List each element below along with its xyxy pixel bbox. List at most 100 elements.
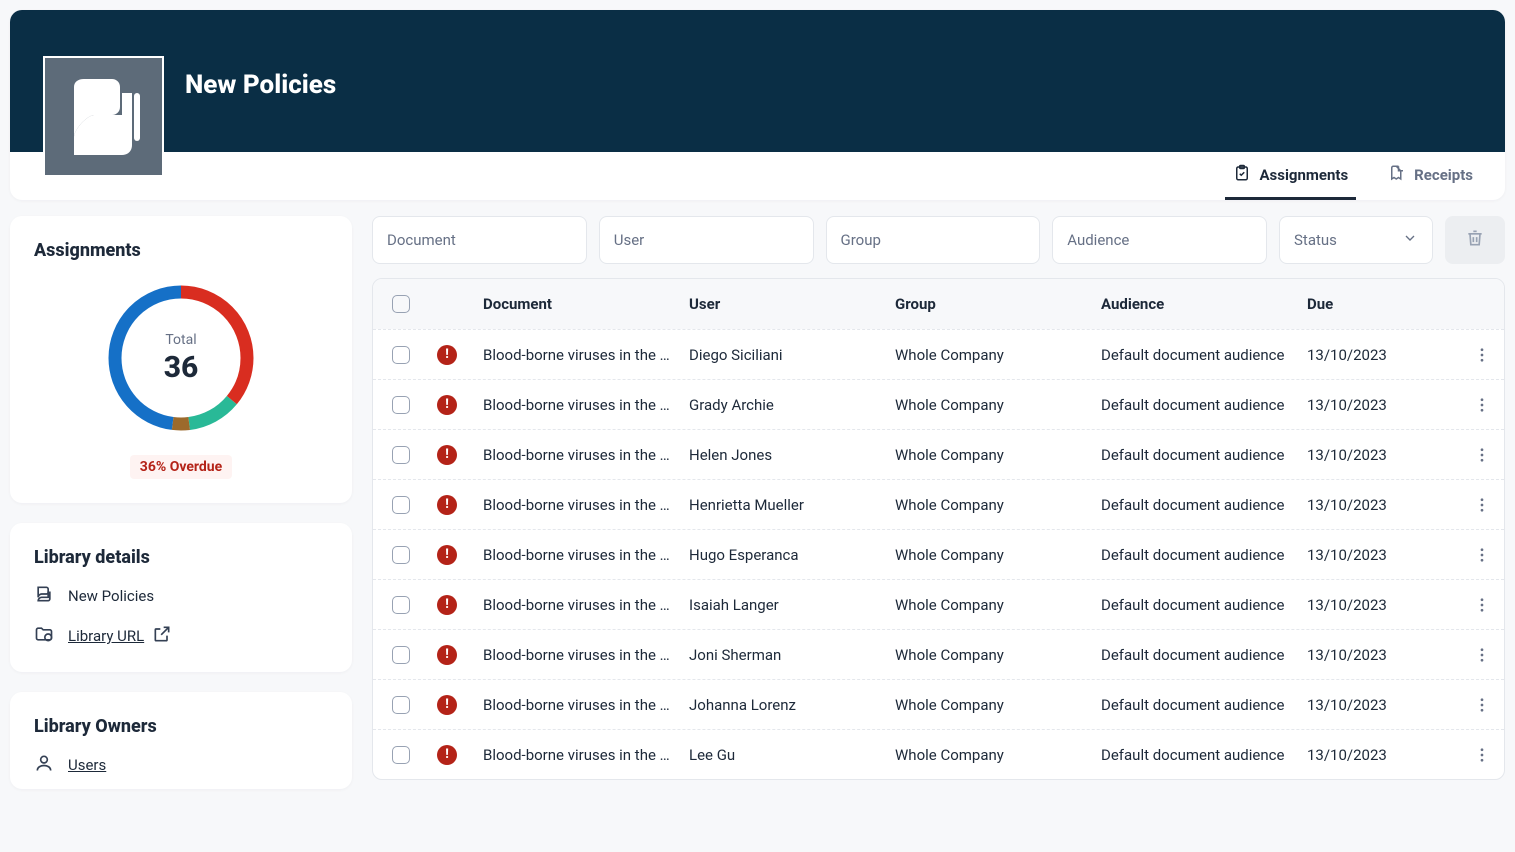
cell-document: Blood-borne viruses in the … [475, 646, 681, 664]
cell-audience: Default document audience [1093, 696, 1299, 714]
cell-audience: Default document audience [1093, 346, 1299, 364]
cell-audience: Default document audience [1093, 596, 1299, 614]
alert-icon: ! [437, 495, 457, 515]
cell-document: Blood-borne viruses in the … [475, 696, 681, 714]
external-link-icon [152, 624, 172, 648]
cell-audience: Default document audience [1093, 746, 1299, 764]
cell-user: Joni Sherman [681, 646, 887, 664]
cell-audience: Default document audience [1093, 396, 1299, 414]
library-icon [43, 56, 164, 177]
cell-document: Blood-borne viruses in the … [475, 346, 681, 364]
cell-due: 13/10/2023 [1299, 746, 1460, 764]
cell-group: Whole Company [887, 646, 1093, 664]
row-checkbox[interactable] [392, 546, 410, 564]
table-row: ! Blood-borne viruses in the …Henrietta M… [373, 479, 1504, 529]
owners-users-link[interactable]: Users [34, 753, 328, 777]
table-row: !Blood-borne viruses in the …Hugo Espera… [373, 529, 1504, 579]
cell-group: Whole Company [887, 496, 1093, 514]
assignments-table: Document User Group Audience Due !Blood-… [372, 278, 1505, 780]
library-name: New Policies [68, 587, 154, 605]
cell-due: 13/10/2023 [1299, 546, 1460, 564]
cell-document: Blood-borne viruses in the … [475, 496, 681, 514]
page-header: New Policies Assignments Receipts [10, 10, 1505, 200]
tab-assignments[interactable]: Assignments [1225, 152, 1356, 200]
cell-document: Blood-borne viruses in the … [475, 446, 681, 464]
col-due[interactable]: Due [1299, 295, 1460, 313]
row-checkbox[interactable] [392, 396, 410, 414]
alert-icon: ! [437, 645, 457, 665]
cell-audience: Default document audience [1093, 546, 1299, 564]
row-checkbox[interactable] [392, 746, 410, 764]
alert-icon: ! [437, 695, 457, 715]
row-actions-button[interactable] [1460, 646, 1504, 664]
row-actions-button[interactable] [1460, 696, 1504, 714]
row-checkbox[interactable] [392, 596, 410, 614]
filter-group-input[interactable]: Group [826, 216, 1041, 264]
cell-group: Whole Company [887, 596, 1093, 614]
library-details-card: Library details New Policies Library URL [10, 523, 352, 672]
donut-total-value: 36 [164, 350, 199, 385]
row-actions-button[interactable] [1460, 546, 1504, 564]
col-document[interactable]: Document [475, 295, 681, 313]
row-actions-button[interactable] [1460, 746, 1504, 764]
row-actions-button[interactable] [1460, 446, 1504, 464]
cell-due: 13/10/2023 [1299, 396, 1460, 414]
col-group[interactable]: Group [887, 295, 1093, 313]
cell-audience: Default document audience [1093, 446, 1299, 464]
alert-icon: ! [437, 445, 457, 465]
cell-group: Whole Company [887, 696, 1093, 714]
row-checkbox[interactable] [392, 646, 410, 664]
delete-button[interactable] [1445, 216, 1505, 264]
library-icon [34, 584, 54, 608]
table-row: !Blood-borne viruses in the …Grady Archi… [373, 379, 1504, 429]
col-user[interactable]: User [681, 295, 887, 313]
cell-user: Diego Siciliani [681, 346, 887, 364]
table-row: !Blood-borne viruses in the …Lee GuWhole… [373, 729, 1504, 779]
filter-audience-input[interactable]: Audience [1052, 216, 1267, 264]
table-row: ! Blood-borne viruses in the …Helen Jones… [373, 429, 1504, 479]
table-row: !Blood-borne viruses in the …Isaiah Lang… [373, 579, 1504, 629]
row-checkbox[interactable] [392, 446, 410, 464]
filter-document-input[interactable]: Document [372, 216, 587, 264]
table-header: Document User Group Audience Due [373, 279, 1504, 329]
cell-due: 13/10/2023 [1299, 446, 1460, 464]
cell-document: Blood-borne viruses in the … [475, 746, 681, 764]
alert-icon: ! [437, 395, 457, 415]
chevron-down-icon [1402, 230, 1418, 250]
filter-bar: Document User Group Audience Status [372, 216, 1505, 264]
cell-user: Grady Archie [681, 396, 887, 414]
table-row: ! Blood-borne viruses in the …Johanna Lor… [373, 679, 1504, 729]
select-all-checkbox[interactable] [392, 295, 410, 313]
row-actions-button[interactable] [1460, 496, 1504, 514]
library-owners-card: Library Owners Users [10, 692, 352, 789]
tab-label: Assignments [1259, 166, 1348, 184]
cell-user: Henrietta Mueller [681, 496, 887, 514]
cell-audience: Default document audience [1093, 496, 1299, 514]
users-link-label: Users [68, 756, 106, 774]
tab-receipts[interactable]: Receipts [1380, 152, 1481, 200]
filter-status-select[interactable]: Status [1279, 216, 1433, 264]
row-actions-button[interactable] [1460, 346, 1504, 364]
cell-user: Helen Jones [681, 446, 887, 464]
cell-user: Johanna Lorenz [681, 696, 887, 714]
cell-document: Blood-borne viruses in the … [475, 546, 681, 564]
library-url-link[interactable]: Library URL [34, 624, 328, 648]
cell-due: 13/10/2023 [1299, 596, 1460, 614]
cell-group: Whole Company [887, 746, 1093, 764]
row-actions-button[interactable] [1460, 596, 1504, 614]
row-checkbox[interactable] [392, 696, 410, 714]
cell-due: 13/10/2023 [1299, 696, 1460, 714]
row-actions-button[interactable] [1460, 396, 1504, 414]
filter-user-input[interactable]: User [599, 216, 814, 264]
clipboard-check-icon [1233, 164, 1251, 186]
card-title: Library details [34, 547, 328, 568]
row-checkbox[interactable] [392, 346, 410, 364]
user-icon [34, 753, 54, 777]
cell-audience: Default document audience [1093, 646, 1299, 664]
cell-due: 13/10/2023 [1299, 496, 1460, 514]
trash-icon [1465, 228, 1485, 252]
library-url-label: Library URL [68, 627, 144, 645]
cell-user: Isaiah Langer [681, 596, 887, 614]
row-checkbox[interactable] [392, 496, 410, 514]
col-audience[interactable]: Audience [1093, 295, 1299, 313]
